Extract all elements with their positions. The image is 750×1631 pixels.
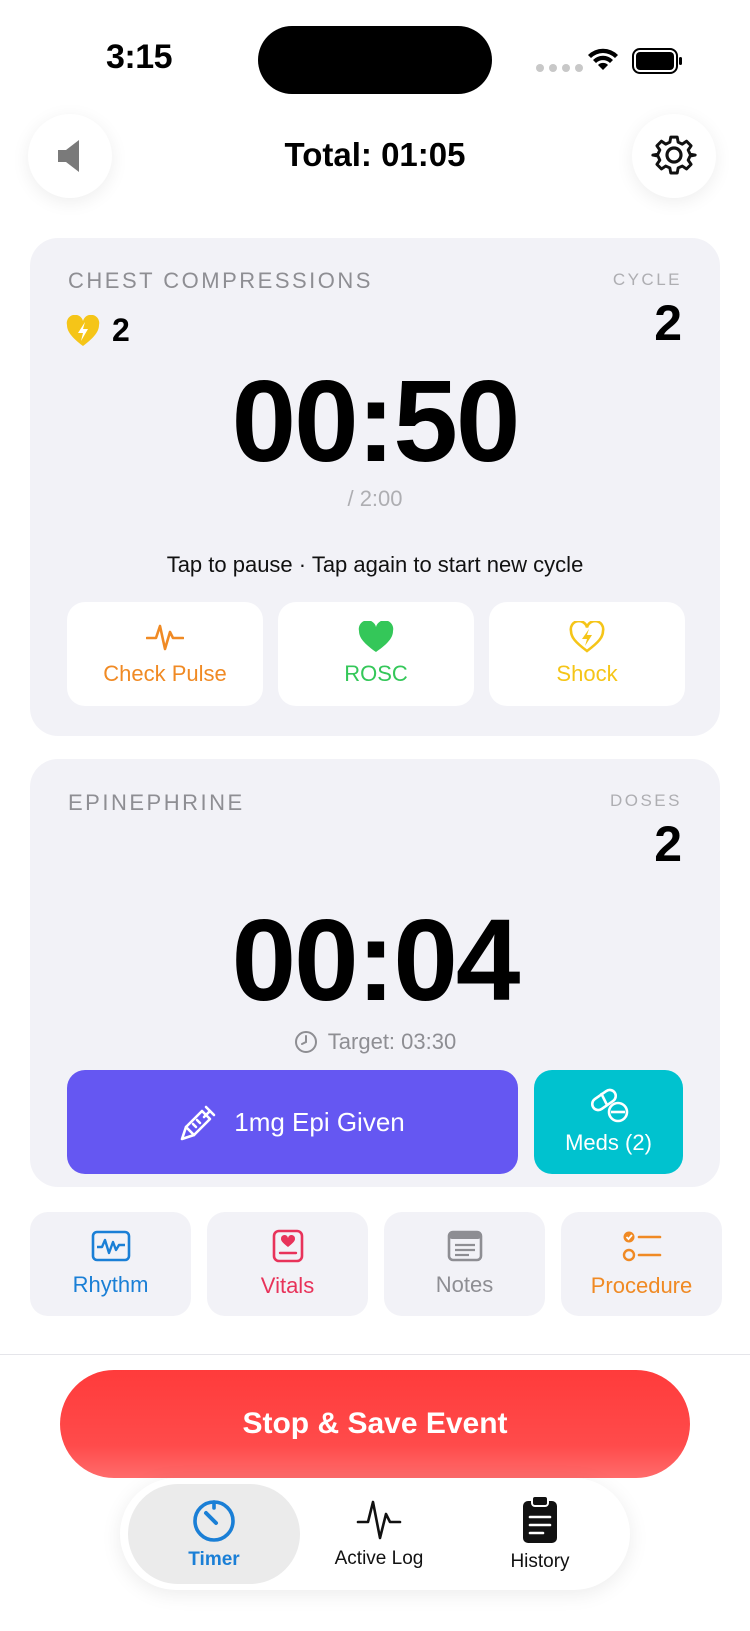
check-pulse-label: Check Pulse <box>103 661 227 686</box>
epinephrine-timer: 00:04 <box>231 895 521 1025</box>
gear-icon <box>651 135 697 175</box>
checklist-icon <box>622 1231 661 1262</box>
rosc-button[interactable]: ROSC <box>278 602 474 706</box>
vitals-button[interactable]: Vitals <box>207 1212 368 1316</box>
tab-history[interactable]: History <box>460 1484 620 1584</box>
compression-timer[interactable]: 00:50 <box>30 354 720 488</box>
battery-icon <box>632 48 682 74</box>
shock-label: Shock <box>556 661 618 686</box>
clock-icon <box>294 1031 317 1053</box>
stop-save-button[interactable]: Stop & Save Event <box>60 1370 690 1478</box>
target-label: Target: 03:30 <box>327 1029 457 1054</box>
clipboard-icon <box>523 1495 557 1543</box>
doses-value: 2 <box>654 816 682 872</box>
status-time: 3:15 <box>106 38 173 76</box>
cycle-label: CYCLE <box>612 270 682 289</box>
pills-icon <box>590 1088 628 1123</box>
procedure-button[interactable]: Procedure <box>561 1212 722 1316</box>
tab-bar: Timer Active Log History <box>120 1478 630 1590</box>
shock-count: 2 <box>66 312 130 349</box>
tab-history-label: History <box>510 1551 570 1572</box>
cycle-length: / 2:00 <box>347 486 403 511</box>
heart-bolt-outline-icon <box>569 621 605 653</box>
tab-timer[interactable]: Timer <box>128 1484 300 1584</box>
compressions-label: CHEST COMPRESSIONS <box>68 268 373 293</box>
ecg-monitor-icon <box>91 1230 130 1262</box>
syringe-icon <box>180 1105 216 1141</box>
cellular-signal-icon <box>536 64 583 72</box>
heart-icon <box>358 621 394 652</box>
shock-count-value: 2 <box>112 312 130 348</box>
doses-label: DOSES <box>609 791 682 810</box>
check-pulse-button[interactable]: Check Pulse <box>67 602 263 706</box>
tab-active-log[interactable]: Active Log <box>304 1484 454 1584</box>
rosc-label: ROSC <box>344 661 408 686</box>
epi-given-label: 1mg Epi Given <box>234 1106 405 1137</box>
vitals-chart-icon <box>272 1229 303 1263</box>
rhythm-label: Rhythm <box>72 1272 149 1297</box>
notes-icon <box>447 1230 482 1262</box>
cycle-value: 2 <box>654 295 682 351</box>
waveform-icon <box>356 1500 402 1540</box>
rhythm-button[interactable]: Rhythm <box>30 1212 191 1316</box>
epi-given-button[interactable]: 1mg Epi Given <box>67 1070 518 1174</box>
wifi-icon <box>588 48 618 70</box>
compressions-card[interactable]: CHEST COMPRESSIONS 2 CYCLE 2 00:50 / 2:0… <box>30 238 720 736</box>
dynamic-island <box>258 26 492 94</box>
epinephrine-target: Target: 03:30 <box>30 1029 720 1055</box>
heart-bolt-icon <box>66 314 100 346</box>
timer-hint: Tap to pause · Tap again to start new cy… <box>166 552 584 577</box>
divider <box>0 1354 750 1355</box>
epinephrine-card[interactable]: EPINEPHRINE DOSES 2 00:04 Target: 03:30 … <box>30 759 720 1187</box>
pulse-wave-icon <box>146 624 184 651</box>
procedure-label: Procedure <box>590 1273 693 1298</box>
timer-icon <box>193 1500 235 1542</box>
notes-label: Notes <box>435 1272 494 1297</box>
notes-button[interactable]: Notes <box>384 1212 545 1316</box>
meds-label: Meds (2) <box>565 1130 652 1155</box>
epinephrine-label: EPINEPHRINE <box>68 790 245 815</box>
vitals-label: Vitals <box>260 1273 315 1298</box>
shock-button[interactable]: Shock <box>489 602 685 706</box>
meds-button[interactable]: Meds (2) <box>534 1070 683 1174</box>
tab-timer-label: Timer <box>188 1549 240 1570</box>
tab-active-log-label: Active Log <box>334 1548 424 1569</box>
settings-button[interactable] <box>632 114 716 198</box>
